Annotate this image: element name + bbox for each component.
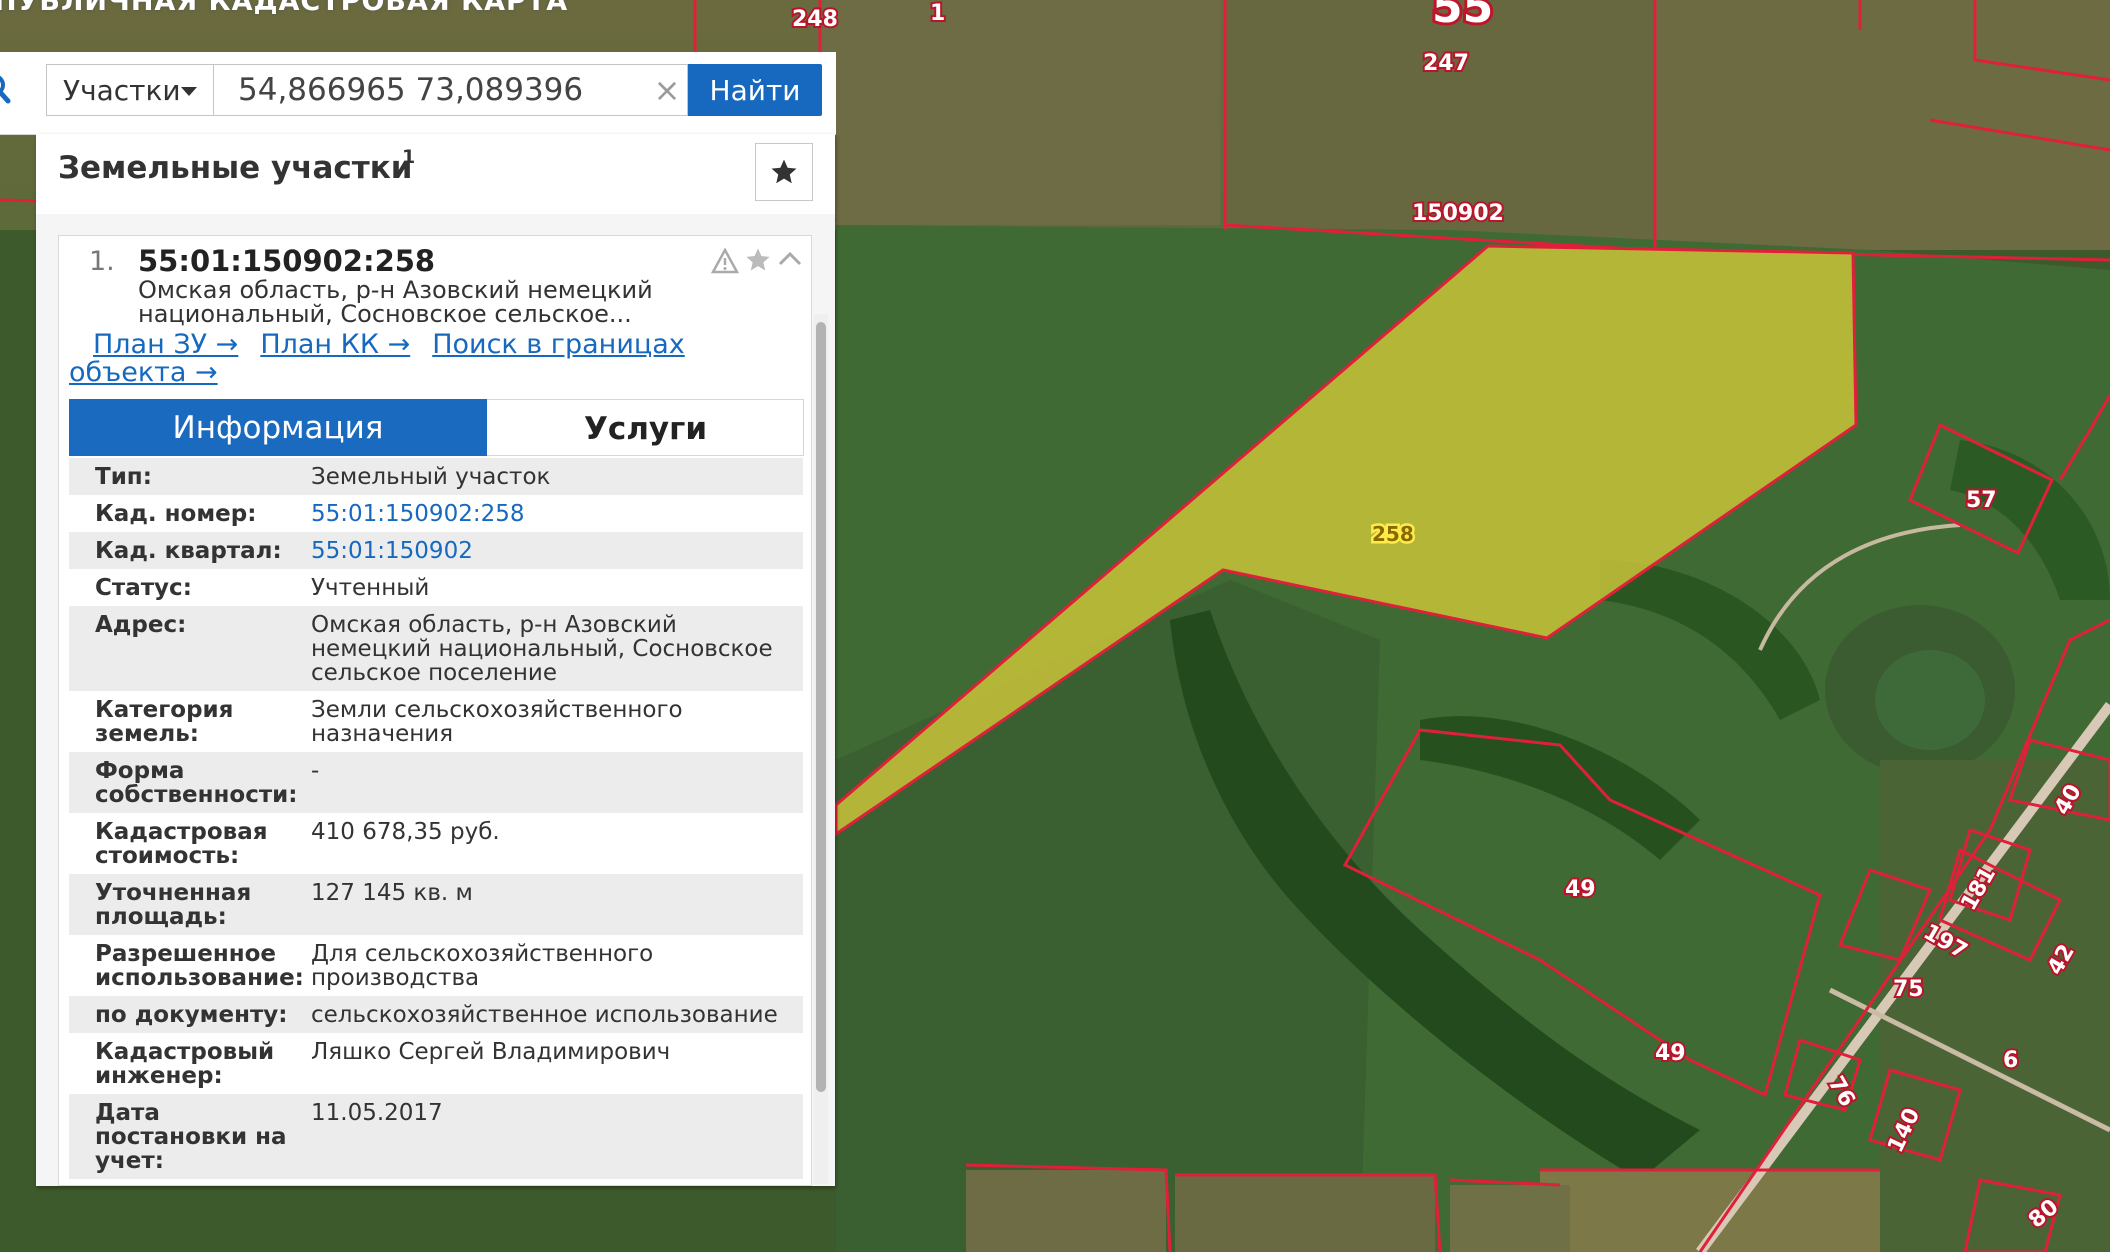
info-row-by-document: по документу: сельскохозяйственное исполь… xyxy=(69,996,803,1033)
map-label-248: 248 xyxy=(792,7,838,32)
info-label: Дата постановки на учет: xyxy=(95,1100,287,1174)
warning-icon[interactable] xyxy=(711,248,739,274)
result-number: 1. xyxy=(89,246,115,277)
info-label: Статус: xyxy=(95,575,192,601)
result-card: 1. 55:01:150902:258 Омская область, р-н … xyxy=(58,235,812,1186)
info-label: Категория земель: xyxy=(95,697,234,747)
search-bar: Участки × Найти xyxy=(0,52,836,135)
app-title: ПУБЛИЧНАЯ КАДАСТРОВАЯ КАРТА xyxy=(0,0,569,17)
panel-header: Земельные участки 1 xyxy=(36,134,835,215)
info-row-cadnum: Кад. номер: 55:01:150902:258 xyxy=(69,495,803,532)
tab-services[interactable]: Услуги xyxy=(488,400,803,455)
info-row-address: Адрес: Омская область, р-н Азовский немец… xyxy=(69,606,803,691)
result-address-line: Омская область, р-н Азовский немецкий xyxy=(138,276,653,304)
info-row-status: Статус: Учтенный xyxy=(69,569,803,606)
map-label-49a: 49 xyxy=(1565,877,1596,902)
info-value: 127 145 кв. м xyxy=(311,880,473,906)
info-table: Тип: Земельный участок Кад. номер: 55:01:1… xyxy=(69,458,803,1179)
search-type-select[interactable]: Участки xyxy=(46,64,214,116)
info-row-quarter: Кад. квартал: 55:01:150902 xyxy=(69,532,803,569)
info-label: Разрешенное использование: xyxy=(95,941,304,991)
info-row-category: Категория земель: Земли сельскохозяйствен… xyxy=(69,691,803,752)
clear-icon[interactable]: × xyxy=(650,72,684,108)
tab-information[interactable]: Информация xyxy=(69,399,487,456)
info-row-permitted-use: Разрешенное использование:Для сельскохоз… xyxy=(69,935,803,996)
info-label: Адрес: xyxy=(95,612,187,638)
info-row-cost: Кадастровая стоимость: 410 678,35 руб. xyxy=(69,813,803,874)
info-value: Для сельскохозяйственного производства xyxy=(311,941,654,991)
map-label-55: 55 xyxy=(1432,0,1493,33)
search-in-bounds-link-cont[interactable]: объекта → xyxy=(69,357,218,388)
info-value: Учтенный xyxy=(311,575,430,601)
map-label-57: 57 xyxy=(1966,488,1997,513)
info-row-ownership: Форма собственности:- xyxy=(69,752,803,813)
map-label-6: 6 xyxy=(2003,1048,2018,1073)
results-panel: Земельные участки 1 1. 55:01:150902:258 … xyxy=(36,134,835,1186)
info-value: Ляшко Сергей Владимирович xyxy=(311,1039,671,1065)
result-cadastral-number[interactable]: 55:01:150902:258 xyxy=(138,244,435,278)
info-row-engineer: Кадастровый инженер: Ляшко Сергей Владими… xyxy=(69,1033,803,1094)
plan-zu-link[interactable]: План ЗУ → xyxy=(93,329,238,360)
result-tabs: Информация Услуги xyxy=(69,399,804,456)
info-value: Земли сельскохозяйственного назначения xyxy=(311,697,683,747)
star-icon xyxy=(771,159,797,184)
panel-result-count: 1 xyxy=(402,146,416,168)
panel-title: Земельные участки xyxy=(58,150,413,186)
info-label: Кад. номер: xyxy=(95,501,257,527)
info-label: Форма собственности: xyxy=(95,758,298,808)
info-row-type: Тип: Земельный участок xyxy=(69,458,803,495)
search-in-bounds-link[interactable]: Поиск в границах xyxy=(432,329,685,360)
info-label: Кадастровая стоимость: xyxy=(95,819,268,869)
chevron-down-icon xyxy=(181,87,197,96)
map-label-75: 75 xyxy=(1893,977,1924,1002)
info-label: Уточненная площадь: xyxy=(95,880,252,930)
search-type-label: Участки xyxy=(63,73,181,107)
plan-kk-link[interactable]: План КК → xyxy=(260,329,410,360)
info-value: Земельный участок xyxy=(311,464,551,490)
result-address: Омская область, р-н Азовский немецкий на… xyxy=(138,278,678,326)
search-input[interactable] xyxy=(214,64,688,116)
map-label-150902: 150902 xyxy=(1412,201,1504,226)
info-value: сельскохозяйственное использование xyxy=(311,1002,778,1028)
result-address-line: национальный, Сосновское сельское... xyxy=(138,300,632,328)
map-label-1: 1 xyxy=(930,1,945,26)
info-row-registration-date: Дата постановки на учет: 11.05.2017 xyxy=(69,1094,803,1179)
info-label: Тип: xyxy=(95,464,152,490)
result-links: План ЗУ → План КК → Поиск в границах объект… xyxy=(69,331,789,387)
chevron-up-icon[interactable] xyxy=(776,248,804,268)
map-label-49b: 49 xyxy=(1655,1041,1686,1066)
info-value: 410 678,35 руб. xyxy=(311,819,500,845)
find-button[interactable]: Найти xyxy=(688,64,822,116)
scrollbar-thumb[interactable] xyxy=(816,322,826,1092)
info-value: Омская область, р-н Азовский немецкий на… xyxy=(311,612,773,686)
search-icon[interactable] xyxy=(0,72,16,108)
info-label: Кадастровый инженер: xyxy=(95,1039,275,1089)
map-label-247: 247 xyxy=(1423,51,1469,76)
info-value: 11.05.2017 xyxy=(311,1100,443,1126)
info-label: Кад. квартал: xyxy=(95,538,282,564)
star-icon[interactable] xyxy=(744,246,772,274)
info-row-area: Уточненная площадь: 127 145 кв. м xyxy=(69,874,803,935)
info-value: - xyxy=(311,758,320,784)
cadnum-link[interactable]: 55:01:150902:258 xyxy=(309,502,779,526)
info-label: по документу: xyxy=(95,1002,288,1028)
favorites-button[interactable] xyxy=(755,143,813,201)
map-label-258: 258 xyxy=(1372,522,1414,546)
cad-quarter-link[interactable]: 55:01:150902 xyxy=(309,539,779,563)
